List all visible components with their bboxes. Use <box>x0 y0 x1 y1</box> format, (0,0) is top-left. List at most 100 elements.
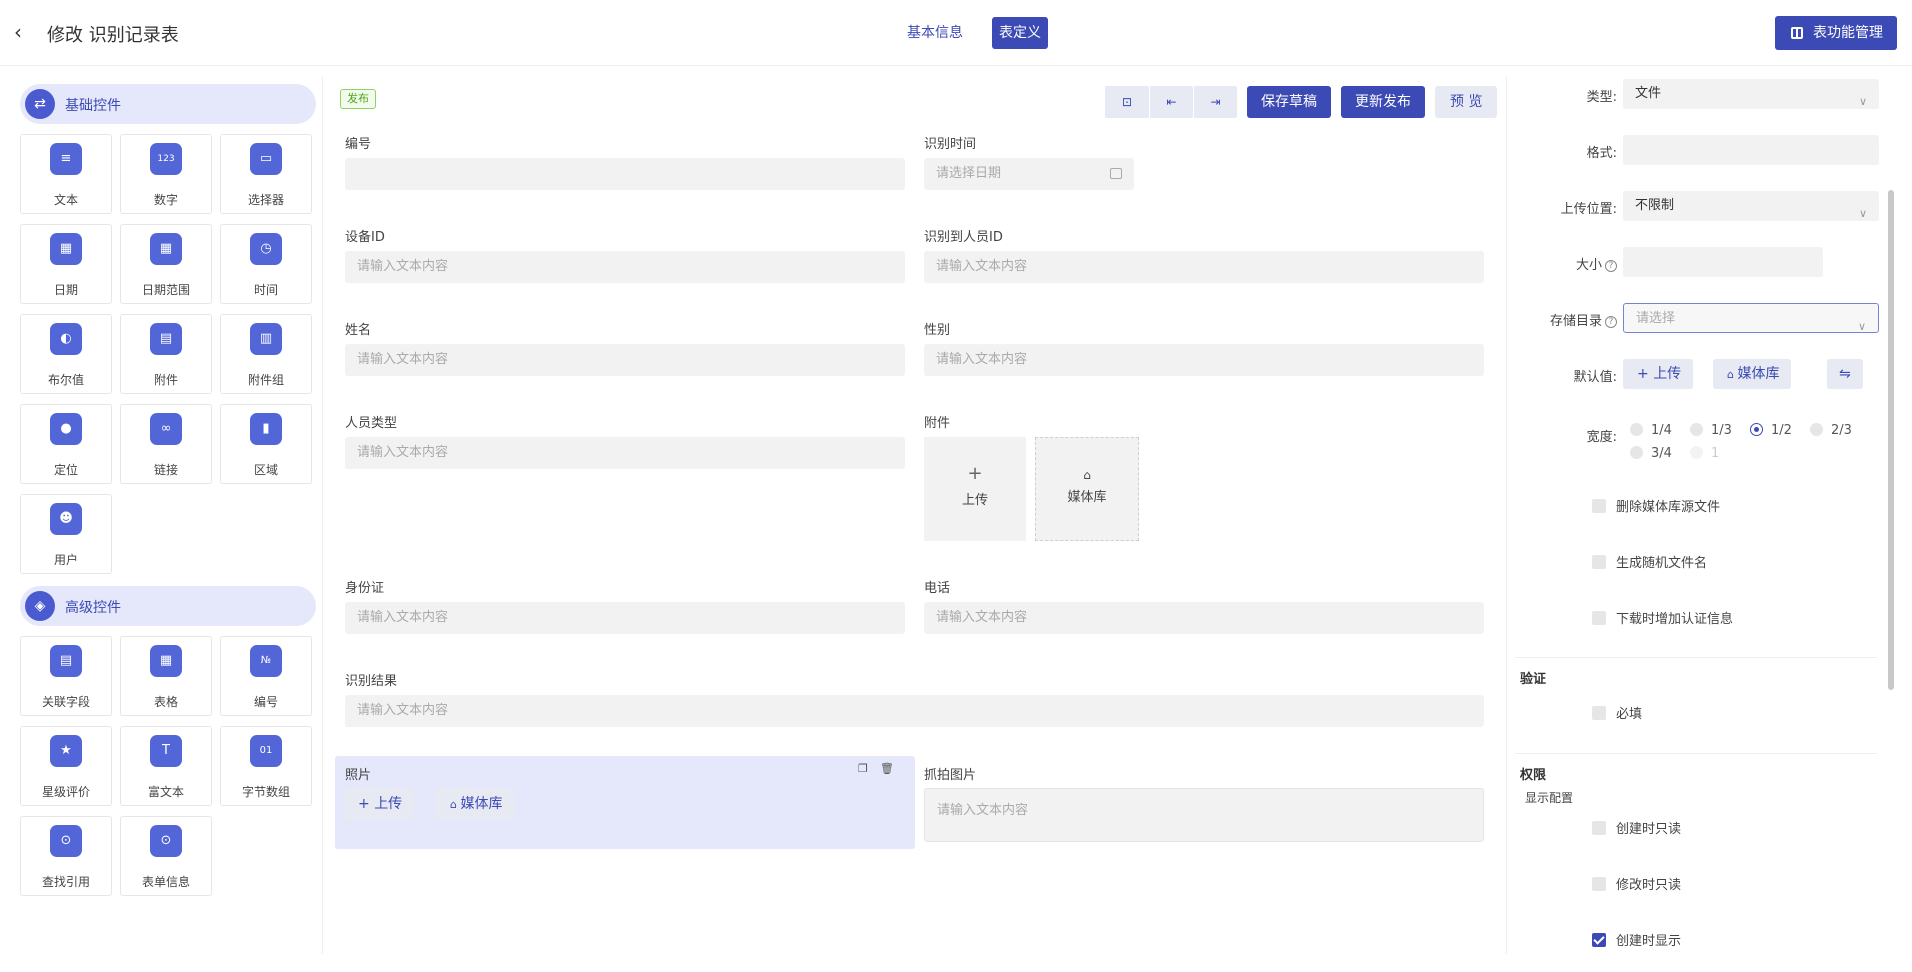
control-label: 星级评价 <box>41 785 90 799</box>
photo-upload-button[interactable]: + 上传 <box>344 788 415 820</box>
storage-placeholder: 请选择 <box>1636 311 1676 326</box>
advanced-controls-header[interactable]: ◈ 高级控件 <box>20 586 316 626</box>
field-label-result: 识别结果 <box>345 674 398 689</box>
upload-position-label: 上传位置: <box>1560 202 1617 217</box>
device-id-input[interactable]: 请输入文本内容 <box>345 251 905 283</box>
result-input[interactable]: 请输入文本内容 <box>345 695 1484 727</box>
control-relation[interactable]: ▤ 关联字段 <box>20 636 112 716</box>
control-table[interactable]: ▦ 表格 <box>120 636 212 716</box>
control-byte-array[interactable]: 01 字节数组 <box>220 726 312 806</box>
chevron-down-icon: ∨ <box>1858 207 1867 220</box>
control-time[interactable]: ◷ 时间 <box>220 224 312 304</box>
type-select[interactable]: 文件 ∨ <box>1623 79 1879 109</box>
default-upload-button[interactable]: + 上传 <box>1623 359 1694 389</box>
required-checkbox[interactable]: 必填 <box>1592 703 1642 722</box>
format-input[interactable] <box>1623 135 1879 165</box>
media-library-icon: ⌂ <box>450 798 461 811</box>
field-label-id-card: 身份证 <box>345 581 385 596</box>
header-tabs: 基本信息 表定义 <box>900 17 1048 49</box>
control-form-info[interactable]: ⊙ 表单信息 <box>120 816 212 896</box>
upload-position-select[interactable]: 不限制 ∨ <box>1623 191 1879 221</box>
save-draft-button[interactable]: 保存草稿 <box>1247 86 1331 118</box>
gender-input[interactable]: 请输入文本内容 <box>924 344 1484 376</box>
text-icon: ≡ <box>50 143 82 175</box>
field-label-person-id: 识别到人员ID <box>924 230 1003 245</box>
random-filename-checkbox[interactable]: 生成随机文件名 <box>1592 552 1707 571</box>
preview-button[interactable]: 预 览 <box>1435 86 1498 118</box>
id-card-input[interactable]: 请输入文本内容 <box>345 602 905 634</box>
control-label: 选择器 <box>247 193 284 207</box>
control-location[interactable]: ● 定位 <box>20 404 112 484</box>
width-radio-2-3[interactable]: 2/3 <box>1810 423 1852 438</box>
phone-input[interactable]: 请输入文本内容 <box>924 602 1484 634</box>
trash-icon[interactable]: 🗑 <box>880 763 894 775</box>
size-label: 大小? <box>1507 254 1617 273</box>
control-label: 文本 <box>53 193 78 207</box>
control-attachment-group[interactable]: ▥ 附件组 <box>220 314 312 394</box>
control-date-range[interactable]: ▦ 日期范围 <box>120 224 212 304</box>
delete-media-source-checkbox[interactable]: 删除媒体库源文件 <box>1592 496 1720 515</box>
person-type-input[interactable]: 请输入文本内容 <box>345 437 905 469</box>
help-icon[interactable]: ? <box>1605 259 1617 272</box>
help-icon[interactable]: ? <box>1605 315 1617 328</box>
create-visible-checkbox[interactable]: 创建时显示 <box>1592 930 1681 949</box>
control-user[interactable]: ☻ 用户 <box>20 494 112 574</box>
attachment-media-library-box[interactable]: ⌂ 媒体库 <box>1035 437 1139 541</box>
attachment-upload-box[interactable]: + 上传 <box>924 437 1026 541</box>
create-readonly-checkbox[interactable]: 创建时只读 <box>1592 818 1681 837</box>
number-icon: 123 <box>150 143 182 175</box>
person-id-input[interactable]: 请输入文本内容 <box>924 251 1484 283</box>
size-input[interactable] <box>1623 247 1823 277</box>
chevron-left-icon[interactable]: ‹ <box>14 20 34 44</box>
export-icon[interactable]: ⇥ <box>1193 86 1237 118</box>
photo-media-library-button[interactable]: ⌂ 媒体库 <box>436 788 515 820</box>
snapshot-textarea[interactable]: 请输入文本内容 <box>924 788 1484 842</box>
table-function-manage-button[interactable]: 表功能管理 <box>1775 16 1897 50</box>
copy-icon[interactable]: ❐ <box>858 763 870 775</box>
width-radio-3-4[interactable]: 3/4 <box>1630 446 1672 461</box>
import-icon[interactable]: ⇤ <box>1149 86 1193 118</box>
name-input[interactable]: 请输入文本内容 <box>345 344 905 376</box>
edit-readonly-checkbox[interactable]: 修改时只读 <box>1592 874 1681 893</box>
control-star-rating[interactable]: ★ 星级评价 <box>20 726 112 806</box>
upload-label: 上传 <box>1653 366 1682 382</box>
download-auth-checkbox[interactable]: 下载时增加认证信息 <box>1592 608 1733 627</box>
basic-controls-icon: ⇄ <box>25 89 55 119</box>
control-serial-number[interactable]: № 编号 <box>220 636 312 716</box>
properties-scrollbar[interactable] <box>1888 190 1894 690</box>
control-lookup[interactable]: ⊙ 查找引用 <box>20 816 112 896</box>
basic-controls-header[interactable]: ⇄ 基础控件 <box>20 84 316 124</box>
default-media-library-button[interactable]: ⌂ 媒体库 <box>1713 359 1792 389</box>
checkbox-box <box>1592 611 1606 625</box>
number-input[interactable] <box>345 158 905 190</box>
selected-photo-field[interactable]: 照片 ❐ 🗑 + 上传 ⌂ 媒体库 <box>335 756 915 849</box>
control-link[interactable]: ∞ 链接 <box>120 404 212 484</box>
swap-icon[interactable]: ⇋ <box>1827 359 1863 389</box>
checkbox-label: 创建时只读 <box>1616 822 1682 837</box>
field-label-snapshot: 抓拍图片 <box>924 768 977 783</box>
width-radio-1-3[interactable]: 1/3 <box>1690 423 1732 438</box>
width-radio-1-2[interactable]: 1/2 <box>1750 423 1792 438</box>
width-radio-1-4[interactable]: 1/4 <box>1630 423 1672 438</box>
radio-dot <box>1690 423 1703 436</box>
plus-icon: + <box>358 796 375 812</box>
code-view-icon[interactable]: ⊡ <box>1105 86 1149 118</box>
control-region[interactable]: ▮ 区域 <box>220 404 312 484</box>
checkbox-label: 创建时显示 <box>1616 934 1682 949</box>
control-label: 字节数组 <box>241 785 290 799</box>
control-rich-text[interactable]: T 富文本 <box>120 726 212 806</box>
recognition-time-input[interactable]: 请选择日期 <box>924 158 1134 190</box>
control-date[interactable]: ▦ 日期 <box>20 224 112 304</box>
tab-basic-info[interactable]: 基本信息 <box>900 17 970 49</box>
control-select[interactable]: ▭ 选择器 <box>220 134 312 214</box>
control-label: 布尔值 <box>47 373 84 387</box>
control-text[interactable]: ≡ 文本 <box>20 134 112 214</box>
update-publish-button[interactable]: 更新发布 <box>1341 86 1425 118</box>
validation-title: 验证 <box>1520 672 1547 687</box>
tab-table-definition[interactable]: 表定义 <box>992 17 1048 49</box>
clock-icon: ◷ <box>250 233 282 265</box>
control-attachment[interactable]: ▤ 附件 <box>120 314 212 394</box>
control-boolean[interactable]: ◐ 布尔值 <box>20 314 112 394</box>
storage-directory-select[interactable]: 请选择 ∨ <box>1623 303 1879 333</box>
control-number[interactable]: 123 数字 <box>120 134 212 214</box>
